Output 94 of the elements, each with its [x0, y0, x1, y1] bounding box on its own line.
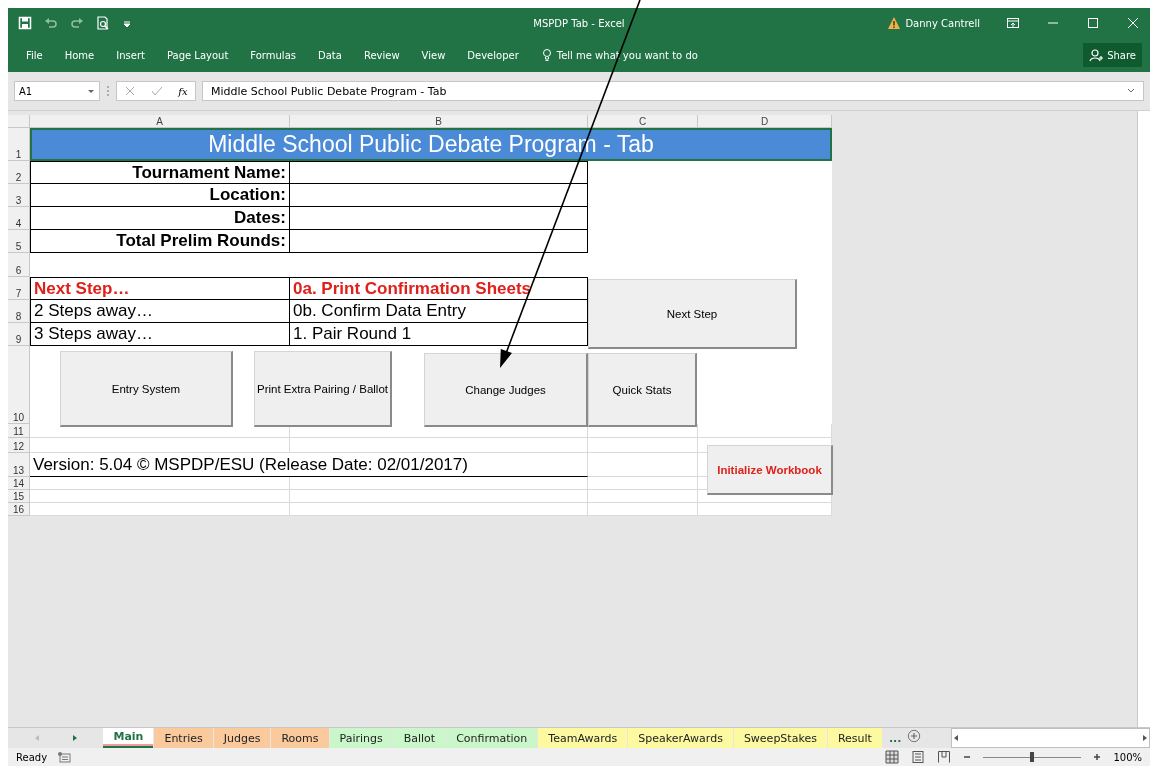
column-header[interactable]: D	[698, 115, 832, 128]
name-box[interactable]: A1	[14, 81, 100, 101]
row-header[interactable]: 4	[8, 207, 30, 230]
warning-icon	[887, 16, 902, 30]
row-header[interactable]: 11	[8, 424, 30, 438]
zoom-in-icon[interactable]	[1093, 753, 1102, 761]
row-header[interactable]: 15	[8, 490, 30, 503]
macro-button[interactable]: Quick Stats	[588, 353, 697, 427]
row-header[interactable]: 5	[8, 230, 30, 253]
expand-icon[interactable]	[1127, 87, 1135, 95]
vertical-scrollbar[interactable]	[1137, 111, 1150, 727]
menu-tab[interactable]: Insert	[116, 49, 145, 61]
check-icon[interactable]	[151, 85, 164, 97]
add-sheet-icon[interactable]	[907, 728, 922, 744]
menu-tab[interactable]: Page Layout	[166, 49, 229, 61]
step-label: 3 Steps away…	[30, 323, 290, 346]
row-header[interactable]: 3	[8, 184, 30, 207]
tell-me-field[interactable]: Tell me what you want to do	[556, 49, 698, 61]
sheet-tab[interactable]: SweepStakes	[733, 728, 827, 748]
zoom-out-icon[interactable]	[963, 753, 972, 761]
row-header[interactable]: 16	[8, 503, 30, 516]
zoom-slider[interactable]	[983, 752, 1082, 762]
macro-button[interactable]: Change Judges	[424, 353, 588, 427]
insert-function-button[interactable]: fx	[178, 85, 188, 97]
macro-button[interactable]: Entry System	[60, 351, 233, 427]
macro-button[interactable]: Next Step	[588, 279, 797, 349]
menu-tab[interactable]: File	[26, 49, 43, 61]
sheet-tab[interactable]: SpeakerAwards	[628, 728, 733, 748]
sheet-tab[interactable]: Result	[827, 728, 882, 748]
row-header[interactable]: 1	[8, 128, 30, 161]
page-break-view-icon[interactable]	[937, 750, 952, 764]
dropdown-icon	[87, 87, 95, 95]
macro-button[interactable]: Initialize Workbook	[707, 445, 833, 495]
more-icon	[106, 84, 110, 98]
menu-tab[interactable]: Developer	[467, 49, 519, 61]
lightbulb-icon	[540, 48, 553, 62]
row-header[interactable]: 12	[8, 438, 30, 453]
sheet-tab[interactable]: Entries	[154, 728, 213, 748]
row-header[interactable]: 13	[8, 453, 30, 477]
more-tabs[interactable]: ...	[882, 728, 908, 748]
sheet-tab[interactable]: Confirmation	[446, 728, 538, 748]
status-text: Ready	[16, 751, 48, 763]
person-icon	[1089, 48, 1104, 62]
menu-tab[interactable]: View	[421, 49, 446, 61]
step-value: 0b. Confirm Data Entry	[290, 300, 588, 323]
step-value: 0a. Print Confirmation Sheets	[290, 277, 588, 300]
page-layout-view-icon[interactable]	[911, 750, 926, 764]
scroll-right-icon[interactable]	[1141, 734, 1149, 742]
row-header[interactable]: 8	[8, 300, 30, 323]
field-label: Total Prelim Rounds:	[30, 230, 290, 253]
horizontal-scrollbar[interactable]	[951, 728, 1150, 748]
sheet-tab[interactable]: Ballot	[393, 728, 446, 748]
field-label: Tournament Name:	[30, 161, 290, 184]
sheet-tab[interactable]: Judges	[213, 728, 271, 748]
row-header[interactable]: 2	[8, 161, 30, 184]
menu-tab[interactable]: Formulas	[250, 49, 296, 61]
zoom-level[interactable]: 100%	[1113, 751, 1142, 763]
sheet-tab[interactable]: Main	[103, 728, 154, 748]
column-header[interactable]: C	[588, 115, 698, 128]
column-header[interactable]: A	[30, 115, 290, 128]
row-header[interactable]: 14	[8, 477, 30, 490]
step-value: 1. Pair Round 1	[290, 323, 588, 346]
menu-tab[interactable]: Review	[363, 49, 400, 61]
row-header[interactable]: 6	[8, 253, 30, 277]
redo-icon[interactable]	[70, 16, 84, 30]
sheet-tab[interactable]: Rooms	[271, 728, 329, 748]
maximize-icon[interactable]	[1086, 16, 1100, 30]
ribbon-display-icon[interactable]	[1006, 16, 1020, 30]
share-button[interactable]: Share	[1083, 43, 1142, 67]
row-header[interactable]: 9	[8, 323, 30, 346]
undo-icon[interactable]	[44, 16, 58, 30]
formula-field[interactable]: Middle School Public Debate Program - Tab	[202, 81, 1144, 101]
row-header[interactable]: 10	[8, 346, 30, 424]
version-text: Version: 5.04 © MSPDP/ESU (Release Date: 02/01/2017)	[30, 453, 588, 477]
row-header[interactable]: 7	[8, 277, 30, 300]
field-label: Location:	[30, 184, 290, 207]
step-label: Next Step…	[30, 277, 290, 300]
sheet-tab[interactable]: TeamAwards	[538, 728, 628, 748]
user-name[interactable]: Danny Cantrell	[905, 17, 980, 29]
scroll-left-icon[interactable]	[952, 734, 961, 742]
menu-tab[interactable]: Data	[318, 49, 342, 61]
macro-button[interactable]: Print Extra Pairing / Ballot	[254, 351, 392, 427]
normal-view-icon[interactable]	[885, 750, 900, 764]
macro-record-icon[interactable]	[57, 750, 72, 764]
print-preview-icon[interactable]	[96, 16, 110, 30]
scroll-right-icon[interactable]	[70, 734, 79, 742]
menu-tab[interactable]: Home	[64, 49, 95, 61]
window-title: MSPDP Tab - Excel	[533, 17, 625, 29]
step-label: 2 Steps away…	[30, 300, 290, 323]
close-icon[interactable]	[1126, 16, 1140, 30]
save-icon[interactable]	[18, 16, 32, 30]
field-label: Dates:	[30, 207, 290, 230]
column-header[interactable]: B	[290, 115, 588, 128]
sheet-tab[interactable]: Pairings	[329, 728, 393, 748]
